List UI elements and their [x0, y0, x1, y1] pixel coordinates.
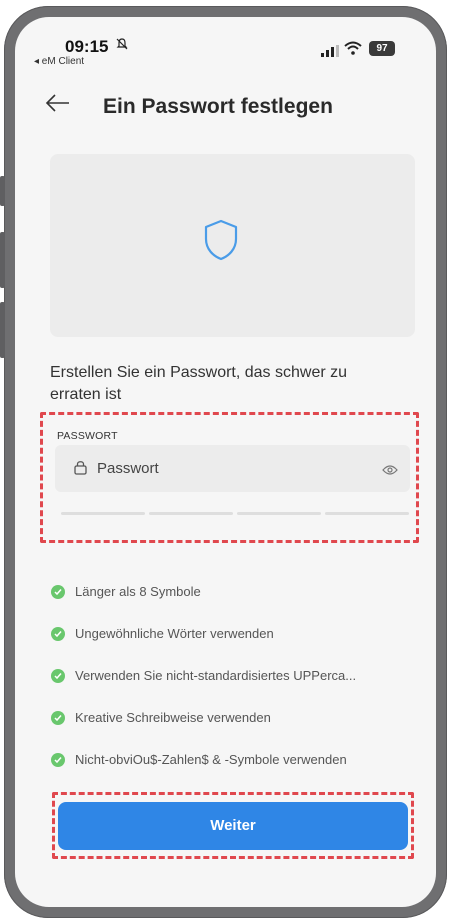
requirement-item: Verwenden Sie nicht-standardisiertes UPP… — [51, 667, 421, 687]
requirement-text: Kreative Schreibweise verwenden — [75, 710, 271, 725]
status-time: 09:15 — [65, 37, 109, 56]
intro-text: Erstellen Sie ein Passwort, das schwer z… — [50, 364, 348, 403]
shield-icon — [203, 219, 239, 266]
signal-icon — [321, 44, 339, 62]
page-title: Ein Passwort festlegen — [103, 95, 333, 118]
strength-segment — [149, 512, 233, 515]
requirement-text: Verwenden Sie nicht-standardisiertes UPP… — [75, 668, 357, 683]
requirement-text: Ungewöhnliche Wörter verwenden — [75, 626, 274, 641]
requirement-text: Nicht-obviOu$-Zahlen$ & -Symbole verwend… — [75, 752, 347, 767]
requirement-item: Nicht-obviOu$-Zahlen$ & -Symbole verwend… — [51, 751, 421, 771]
password-input[interactable]: Passwort — [55, 445, 410, 492]
check-circle-icon — [51, 753, 65, 767]
requirement-item: Länger als 8 Symbole — [51, 583, 421, 603]
password-strength-meter — [61, 512, 409, 515]
phone-side-button-volume-down — [0, 302, 5, 358]
status-bar: 09:15 ◂ eM Client 97 — [15, 17, 436, 72]
back-to-app-link[interactable]: ◂ eM Client — [34, 56, 84, 67]
requirement-text: Länger als 8 Symbole — [75, 584, 201, 599]
phone-side-button-silent — [0, 176, 5, 206]
strength-segment — [325, 512, 409, 515]
strength-segment — [61, 512, 145, 515]
check-circle-icon — [51, 627, 65, 641]
wifi-icon — [344, 41, 362, 60]
next-button[interactable]: Weiter — [58, 802, 408, 850]
back-arrow-icon[interactable] — [45, 93, 71, 118]
requirement-item: Ungewöhnliche Wörter verwenden — [51, 625, 421, 645]
check-circle-icon — [51, 711, 65, 725]
eye-icon[interactable] — [382, 462, 398, 480]
password-label: PASSWORT — [57, 430, 118, 442]
check-circle-icon — [51, 585, 65, 599]
strength-segment — [237, 512, 321, 515]
check-circle-icon — [51, 669, 65, 683]
battery-badge: 97 — [369, 41, 395, 56]
bell-muted-icon — [116, 38, 128, 53]
app-screen: 09:15 ◂ eM Client 97 Ein Passwort festle… — [15, 17, 436, 907]
requirement-item: Kreative Schreibweise verwenden — [51, 709, 421, 729]
password-placeholder: Passwort — [97, 460, 159, 477]
phone-side-button-volume-up — [0, 232, 5, 288]
header: Ein Passwort festlegen — [15, 89, 436, 129]
lock-icon — [74, 460, 87, 480]
